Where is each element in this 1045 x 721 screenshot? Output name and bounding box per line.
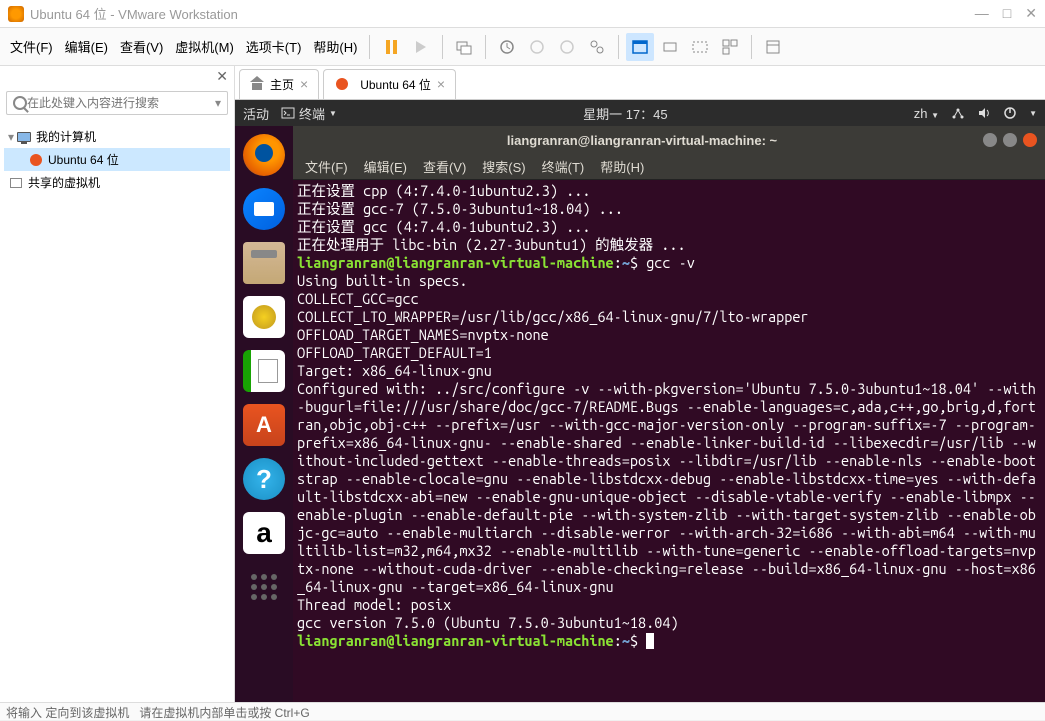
volume-icon[interactable] bbox=[977, 106, 991, 120]
terminal-close-button[interactable] bbox=[1023, 133, 1037, 147]
vm-tabs: 主页 × Ubuntu 64 位 × bbox=[235, 66, 1045, 100]
dock-firefox[interactable] bbox=[243, 134, 285, 176]
menu-vm[interactable]: 虚拟机(M) bbox=[169, 33, 240, 60]
host-titlebar: Ubuntu 64 位 - VMware Workstation — □ ✕ bbox=[0, 0, 1045, 28]
home-icon bbox=[250, 78, 264, 90]
maximize-button[interactable]: □ bbox=[1003, 5, 1011, 22]
close-button[interactable]: ✕ bbox=[1025, 5, 1037, 22]
terminal-minimize-button[interactable] bbox=[983, 133, 997, 147]
system-menu-icon[interactable]: ▼ bbox=[1029, 109, 1037, 118]
terminal-maximize-button[interactable] bbox=[1003, 133, 1017, 147]
current-app[interactable]: 终端 ▼ bbox=[281, 104, 337, 123]
unity-button[interactable] bbox=[656, 33, 684, 61]
expand-icon: ▾ bbox=[8, 130, 14, 144]
status-hint-2: 请在虚拟机内部单击或按 Ctrl+G bbox=[139, 704, 309, 719]
power-icon[interactable] bbox=[1003, 106, 1017, 120]
snapshot-button[interactable] bbox=[493, 33, 521, 61]
terminal-title: liangranran@liangranran-virtual-machine:… bbox=[301, 133, 983, 148]
library-tree: ▾ 我的计算机 Ubuntu 64 位 共享的虚拟机 bbox=[0, 119, 234, 200]
dock-thunderbird[interactable] bbox=[243, 188, 285, 230]
search-icon bbox=[13, 96, 27, 110]
tab-ubuntu-label: Ubuntu 64 位 bbox=[360, 76, 431, 93]
host-statusbar: 将输入 定向到该虚拟机 请在虚拟机内部单击或按 Ctrl+G bbox=[0, 702, 1045, 720]
snapshot-revert-button[interactable] bbox=[553, 33, 581, 61]
ubuntu-icon bbox=[28, 152, 44, 168]
sidebar-search[interactable]: ▾ bbox=[6, 91, 228, 115]
window-title: Ubuntu 64 位 - VMware Workstation bbox=[30, 4, 975, 23]
activities-button[interactable]: 活动 bbox=[243, 104, 269, 123]
dock-libreoffice[interactable] bbox=[243, 350, 285, 392]
chevron-down-icon: ▼ bbox=[329, 109, 337, 118]
shared-icon bbox=[8, 175, 24, 191]
tab-home-close[interactable]: × bbox=[300, 76, 308, 92]
dock-rhythmbox[interactable] bbox=[243, 296, 285, 338]
tree-vm-label: Ubuntu 64 位 bbox=[48, 151, 119, 168]
dock-software[interactable] bbox=[243, 404, 285, 446]
tree-vm-ubuntu[interactable]: Ubuntu 64 位 bbox=[4, 148, 230, 171]
ubuntu-icon bbox=[334, 76, 350, 92]
tree-shared-vms[interactable]: 共享的虚拟机 bbox=[4, 171, 230, 194]
term-menu-terminal[interactable]: 终端(T) bbox=[536, 155, 591, 178]
play-button[interactable] bbox=[407, 33, 435, 61]
tab-ubuntu-close[interactable]: × bbox=[437, 76, 445, 92]
search-input[interactable] bbox=[27, 96, 215, 110]
minimize-button[interactable]: — bbox=[975, 5, 989, 22]
stretch-button[interactable] bbox=[686, 33, 714, 61]
term-menu-file[interactable]: 文件(F) bbox=[299, 155, 354, 178]
vmware-icon bbox=[8, 6, 24, 22]
term-menu-search[interactable]: 搜索(S) bbox=[476, 155, 531, 178]
dock-amazon[interactable] bbox=[243, 512, 285, 554]
menu-help[interactable]: 帮助(H) bbox=[307, 33, 363, 60]
network-icon[interactable] bbox=[951, 106, 965, 120]
current-app-label: 终端 bbox=[299, 104, 325, 123]
terminal-titlebar[interactable]: liangranran@liangranran-virtual-machine:… bbox=[293, 126, 1045, 154]
pause-button[interactable] bbox=[377, 33, 405, 61]
dock-help[interactable] bbox=[243, 458, 285, 500]
term-menu-help[interactable]: 帮助(H) bbox=[594, 155, 650, 178]
ubuntu-dock bbox=[235, 126, 293, 702]
terminal-app-icon bbox=[281, 106, 295, 120]
library-button[interactable] bbox=[759, 33, 787, 61]
input-method[interactable]: zh ▼ bbox=[914, 106, 939, 121]
terminal-body[interactable]: 正在设置 cpp (4:7.4.0-1ubuntu2.3) ...正在设置 gc… bbox=[293, 180, 1045, 702]
menu-file[interactable]: 文件(F) bbox=[4, 33, 59, 60]
status-hint-1: 将输入 定向到该虚拟机 bbox=[6, 704, 129, 719]
vm-console[interactable]: 活动 终端 ▼ 星期一 17：45 zh ▼ ▼ bbox=[235, 100, 1045, 702]
terminal-menubar: 文件(F) 编辑(E) 查看(V) 搜索(S) 终端(T) 帮助(H) bbox=[293, 154, 1045, 180]
dock-files[interactable] bbox=[243, 242, 285, 284]
dock-show-apps[interactable] bbox=[243, 566, 285, 608]
tab-home-label: 主页 bbox=[270, 76, 294, 93]
fullscreen-button[interactable] bbox=[626, 33, 654, 61]
term-menu-edit[interactable]: 编辑(E) bbox=[358, 155, 413, 178]
snapshot-manager-button[interactable] bbox=[583, 33, 611, 61]
library-sidebar: ✕ ▾ ▾ 我的计算机 Ubuntu 64 位 共享的虚拟机 bbox=[0, 66, 235, 702]
sidebar-close-button[interactable]: ✕ bbox=[0, 66, 234, 87]
send-ctrl-alt-del-button[interactable] bbox=[450, 33, 478, 61]
tab-home[interactable]: 主页 × bbox=[239, 69, 319, 99]
menu-view[interactable]: 查看(V) bbox=[114, 33, 169, 60]
tree-root-label: 我的计算机 bbox=[36, 128, 96, 145]
search-dropdown-icon[interactable]: ▾ bbox=[215, 96, 221, 110]
host-menubar: 文件(F) 编辑(E) 查看(V) 虚拟机(M) 选项卡(T) 帮助(H) bbox=[0, 28, 1045, 66]
gnome-clock[interactable]: 星期一 17：45 bbox=[337, 104, 914, 123]
computer-icon bbox=[16, 129, 32, 145]
snapshot-take-button[interactable] bbox=[523, 33, 551, 61]
console-view-button[interactable] bbox=[716, 33, 744, 61]
menu-edit[interactable]: 编辑(E) bbox=[59, 33, 114, 60]
tree-root[interactable]: ▾ 我的计算机 bbox=[4, 125, 230, 148]
tab-ubuntu[interactable]: Ubuntu 64 位 × bbox=[323, 69, 456, 99]
term-menu-view[interactable]: 查看(V) bbox=[417, 155, 472, 178]
menu-tabs[interactable]: 选项卡(T) bbox=[240, 33, 308, 60]
gnome-topbar: 活动 终端 ▼ 星期一 17：45 zh ▼ ▼ bbox=[235, 100, 1045, 126]
terminal-window: liangranran@liangranran-virtual-machine:… bbox=[293, 126, 1045, 702]
tree-shared-label: 共享的虚拟机 bbox=[28, 174, 100, 191]
